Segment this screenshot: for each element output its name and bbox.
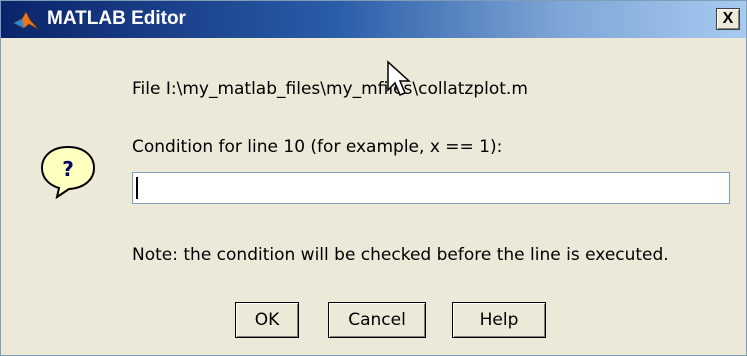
note-text: Note: the condition will be checked befo… xyxy=(132,245,669,265)
question-glyph: ? xyxy=(62,157,74,181)
mouse-pointer-icon xyxy=(387,60,411,96)
help-button[interactable]: Help xyxy=(452,302,546,338)
window-title: MATLAB Editor xyxy=(47,8,186,29)
condition-prompt: Condition for line 10 (for example, x ==… xyxy=(132,137,503,157)
ok-button[interactable]: OK xyxy=(235,302,299,338)
matlab-editor-dialog: MATLAB Editor X File I:\my_matlab_files\… xyxy=(0,0,747,356)
text-caret xyxy=(136,177,138,199)
question-bubble-icon: ? xyxy=(40,145,96,200)
cancel-button[interactable]: Cancel xyxy=(328,302,426,338)
file-path-text: File I:\my_matlab_files\my_mfiles\collat… xyxy=(132,79,528,99)
matlab-logo-icon xyxy=(13,11,39,30)
title-bar[interactable]: MATLAB Editor X xyxy=(1,1,746,38)
condition-input[interactable] xyxy=(132,172,730,204)
close-button[interactable]: X xyxy=(716,8,740,30)
